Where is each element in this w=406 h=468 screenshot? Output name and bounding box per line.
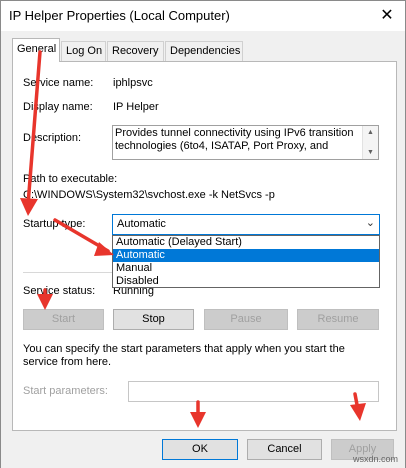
start-button[interactable]: Start	[23, 309, 104, 330]
tab-label: Recovery	[112, 45, 159, 57]
service-name-label: Service name:	[23, 77, 94, 89]
close-button[interactable]: ✕	[375, 4, 399, 26]
startup-type-select[interactable]: Automatic ⌄	[112, 214, 380, 235]
help-text: You can specify the start parameters tha…	[23, 343, 345, 368]
start-params-input[interactable]	[128, 381, 379, 402]
chevron-down-icon: ⌄	[365, 217, 375, 229]
service-name-value: iphlpsvc	[113, 77, 153, 89]
service-status-label: Service status:	[23, 285, 96, 297]
cancel-button-label: Cancel	[267, 443, 302, 455]
startup-option-automatic[interactable]: Automatic	[113, 249, 379, 262]
startup-option-disabled[interactable]: Disabled	[113, 275, 379, 288]
tab-dependencies[interactable]: Dependencies	[165, 41, 243, 61]
stop-button-label: Stop	[142, 313, 165, 325]
startup-type-label: Startup type:	[23, 218, 86, 230]
tab-general[interactable]: General	[12, 38, 60, 62]
title-bar: IP Helper Properties (Local Computer) ✕	[1, 1, 405, 31]
path-value: C:\WINDOWS\System32\svchost.exe -k NetSv…	[23, 189, 275, 201]
tab-label: Log On	[66, 45, 103, 57]
scroll-down-icon[interactable]: ▼	[363, 147, 378, 159]
path-label: Path to executable:	[23, 173, 118, 185]
resume-button[interactable]: Resume	[297, 309, 379, 330]
display-name-label: Display name:	[23, 101, 93, 113]
dialog-footer: OK Cancel Apply	[1, 431, 405, 468]
ok-button[interactable]: OK	[162, 439, 238, 460]
pause-button[interactable]: Pause	[204, 309, 288, 330]
cancel-button[interactable]: Cancel	[247, 439, 322, 460]
description-textbox[interactable]: Provides tunnel connectivity using IPv6 …	[112, 125, 379, 160]
start-button-label: Start	[51, 313, 76, 325]
close-icon: ✕	[380, 7, 394, 24]
tab-label: Dependencies	[170, 45, 241, 57]
description-scrollbar[interactable]: ▲ ▼	[362, 126, 378, 159]
tab-log-on[interactable]: Log On	[61, 41, 106, 61]
description-text: Provides tunnel connectivity using IPv6 …	[115, 127, 354, 152]
startup-option-manual[interactable]: Manual	[113, 262, 379, 275]
scroll-up-icon[interactable]: ▲	[363, 127, 378, 139]
watermark: wsxdn.com	[352, 454, 398, 464]
window-title: IP Helper Properties (Local Computer)	[9, 8, 230, 23]
properties-dialog: IP Helper Properties (Local Computer) ✕ …	[0, 0, 406, 468]
startup-type-value: Automatic	[117, 218, 166, 230]
startup-option-delayed[interactable]: Automatic (Delayed Start)	[113, 236, 379, 249]
tab-label: General	[17, 43, 57, 55]
description-label: Description:	[23, 132, 82, 144]
ok-button-label: OK	[192, 443, 208, 455]
startup-type-dropdown: Automatic (Delayed Start) Automatic Manu…	[112, 235, 380, 288]
display-name-value: IP Helper	[113, 101, 159, 113]
start-params-label: Start parameters:	[23, 385, 108, 397]
stop-button[interactable]: Stop	[113, 309, 194, 330]
tab-recovery[interactable]: Recovery	[107, 41, 164, 61]
pause-button-label: Pause	[230, 313, 262, 325]
resume-button-label: Resume	[317, 313, 359, 325]
